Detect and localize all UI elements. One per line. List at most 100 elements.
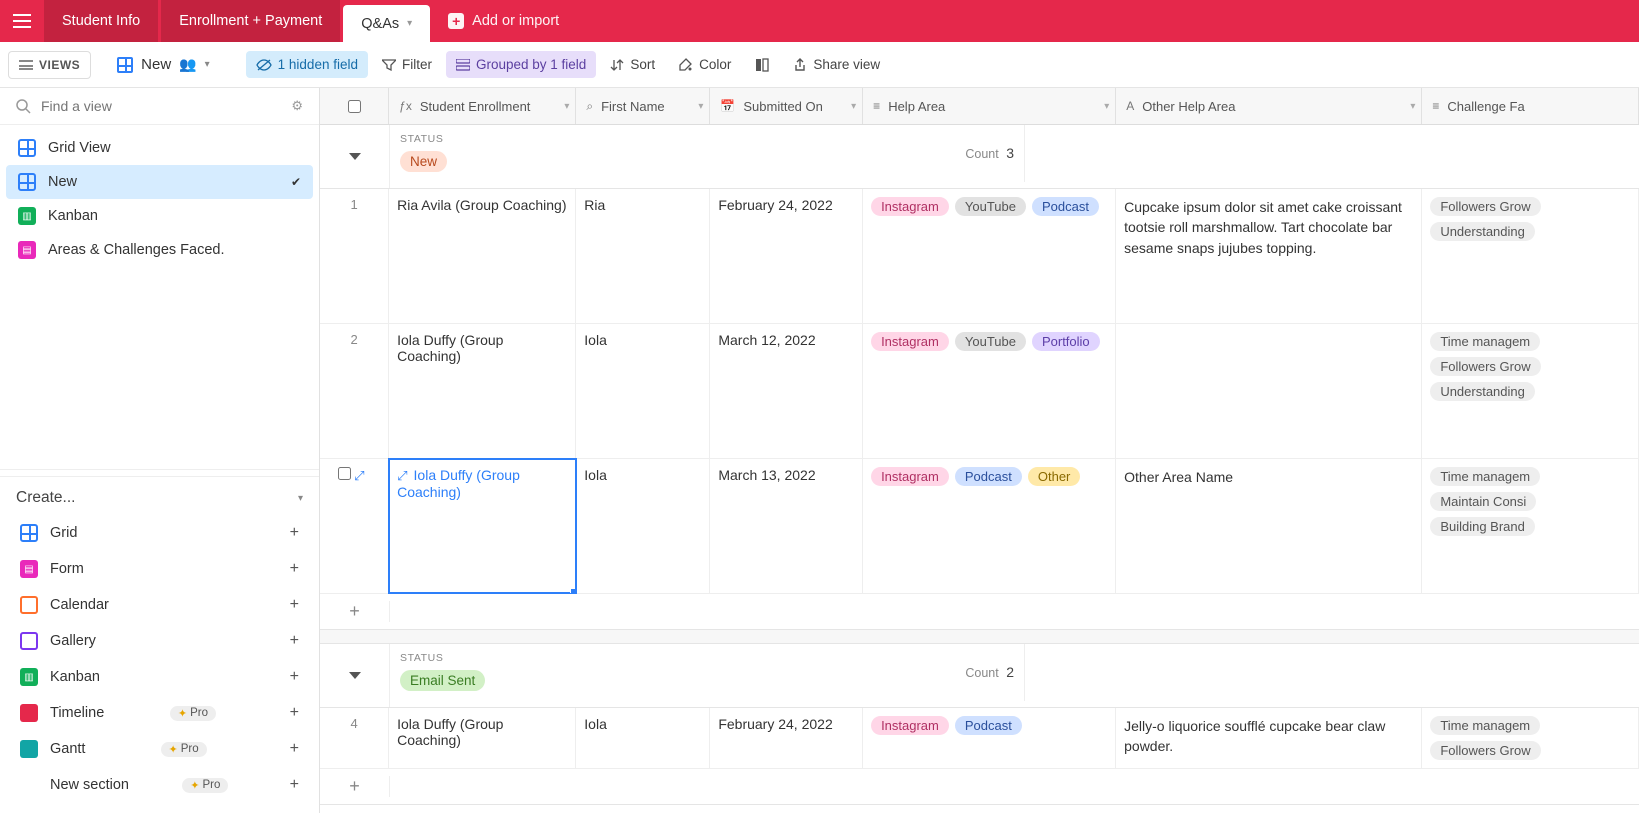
col-student-enrollment[interactable]: ƒx Student Enrollment▾	[389, 88, 576, 124]
create-kanban[interactable]: ▥Kanban+	[10, 659, 309, 695]
people-icon: 👥	[179, 56, 196, 73]
row-height-icon	[755, 58, 769, 72]
cell-submitted-on[interactable]: March 13, 2022	[710, 459, 863, 593]
view-item-grid-view[interactable]: Grid View	[6, 131, 313, 165]
cell-other-help-area[interactable]: Other Area Name	[1116, 459, 1422, 593]
cell-student-enrollment[interactable]: Ria Avila (Group Coaching)	[389, 189, 576, 323]
tag-chip: Followers Grow	[1430, 741, 1540, 760]
row-height-button[interactable]	[745, 52, 779, 78]
form-icon: ▤	[18, 241, 36, 259]
cell-other-help-area[interactable]: Jelly-o liquorice soufflé cupcake bear c…	[1116, 708, 1422, 768]
create-calendar[interactable]: Calendar+	[10, 587, 309, 623]
col-challenge-faced[interactable]: ≡ Challenge Fa	[1422, 88, 1639, 124]
view-item-new[interactable]: New✔	[6, 165, 313, 199]
menu-icon[interactable]	[0, 0, 44, 42]
col-first-name[interactable]: ⌕ First Name▾	[576, 88, 710, 124]
expand-icon[interactable]: ⤢	[354, 468, 364, 483]
create-gantt[interactable]: GanttPro+	[10, 731, 309, 767]
row-number[interactable]: 2	[320, 324, 389, 458]
table-row[interactable]: 2Iola Duffy (Group Coaching)IolaMarch 12…	[320, 324, 1639, 459]
view-item-areas-challenges-faced-[interactable]: ▤Areas & Challenges Faced.	[6, 233, 313, 267]
text-icon: A	[1126, 99, 1134, 113]
col-help-area[interactable]: ≡ Help Area▾	[863, 88, 1116, 124]
sort-button[interactable]: Sort	[600, 51, 665, 78]
filter-button[interactable]: Filter	[372, 51, 442, 78]
views-toggle[interactable]: VIEWS	[8, 51, 91, 79]
grid-icon	[18, 173, 36, 191]
create-gallery[interactable]: Gallery+	[10, 623, 309, 659]
create-form[interactable]: ▤Form+	[10, 551, 309, 587]
find-view-input[interactable]	[41, 98, 281, 114]
select-all-header[interactable]	[320, 88, 389, 124]
cell-other-help-area[interactable]: Cupcake ipsum dolor sit amet cake croiss…	[1116, 189, 1422, 323]
share-view-button[interactable]: Share view	[783, 51, 890, 78]
col-submitted-on[interactable]: 📅 Submitted On▾	[710, 88, 863, 124]
grid-icon	[20, 524, 38, 542]
row-number[interactable]: ⤢	[320, 459, 389, 593]
row-number[interactable]: 4	[320, 708, 389, 768]
row-number[interactable]: 1	[320, 189, 389, 323]
cell-challenge[interactable]: Time managemFollowers GrowUnderstanding	[1422, 324, 1639, 458]
tab-student-info[interactable]: Student Info	[44, 0, 158, 42]
create-grid[interactable]: Grid+	[10, 515, 309, 551]
formula-icon: ƒx	[399, 99, 412, 113]
settings-icon[interactable]: ⚙	[291, 98, 303, 114]
cell-submitted-on[interactable]: February 24, 2022	[710, 189, 863, 323]
create-section-toggle[interactable]: Create... ▾	[0, 476, 319, 515]
add-row[interactable]: +	[320, 769, 1639, 805]
grid-icon	[117, 57, 133, 73]
cell-help-area[interactable]: InstagramYouTubePortfolio	[863, 324, 1116, 458]
collapse-group-icon[interactable]	[349, 672, 361, 679]
create-timeline[interactable]: TimelinePro+	[10, 695, 309, 731]
table-row[interactable]: 1Ria Avila (Group Coaching)RiaFebruary 2…	[320, 189, 1639, 324]
plus-icon[interactable]: +	[320, 776, 390, 797]
cell-help-area[interactable]: InstagramPodcastOther	[863, 459, 1116, 593]
select-all-checkbox[interactable]	[348, 100, 361, 113]
tab-enrollment-payment[interactable]: Enrollment + Payment	[161, 0, 340, 42]
tag-chip: Time managem	[1430, 716, 1540, 735]
cell-challenge[interactable]: Time managemMaintain ConsiBuilding Brand	[1422, 459, 1639, 593]
view-item-kanban[interactable]: ▥Kanban	[6, 199, 313, 233]
tab-q-as[interactable]: Q&As▾	[343, 5, 430, 42]
add-row[interactable]: +	[320, 594, 1639, 630]
plus-icon: +	[290, 632, 299, 650]
status-heading: STATUS	[400, 652, 1014, 664]
create-new-section[interactable]: New sectionPro+	[10, 767, 309, 803]
group-count: Count 3	[965, 145, 1014, 161]
plus-icon: +	[290, 524, 299, 542]
cell-help-area[interactable]: InstagramYouTubePodcast	[863, 189, 1116, 323]
timeline-icon	[20, 704, 38, 722]
tag-chip: Followers Grow	[1430, 357, 1540, 376]
plus-icon: +	[290, 776, 299, 794]
cell-first-name[interactable]: Iola	[576, 324, 710, 458]
cell-first-name[interactable]: Iola	[576, 708, 710, 768]
color-button[interactable]: Color	[669, 51, 741, 78]
hidden-fields-button[interactable]: 1 hidden field	[246, 51, 368, 78]
cell-help-area[interactable]: InstagramPodcast	[863, 708, 1116, 768]
collapse-group-icon[interactable]	[349, 153, 361, 160]
cell-first-name[interactable]: Ria	[576, 189, 710, 323]
cell-challenge[interactable]: Followers GrowUnderstanding	[1422, 189, 1639, 323]
status-pill: Email Sent	[400, 670, 485, 691]
cell-student-enrollment[interactable]: ⤢Iola Duffy (Group Coaching)	[389, 459, 576, 593]
table-row[interactable]: 4Iola Duffy (Group Coaching)IolaFebruary…	[320, 708, 1639, 769]
status-heading: STATUS	[400, 133, 1014, 145]
table-row[interactable]: ⤢⤢Iola Duffy (Group Coaching)IolaMarch 1…	[320, 459, 1639, 594]
cell-submitted-on[interactable]: March 12, 2022	[710, 324, 863, 458]
group-header: STATUSEmail SentCount 2	[320, 644, 1639, 708]
group-button[interactable]: Grouped by 1 field	[446, 51, 596, 78]
cell-challenge[interactable]: Time managem Followers Grow	[1422, 708, 1639, 768]
plus-icon[interactable]: +	[320, 601, 390, 622]
tag-chip: Instagram	[871, 332, 949, 351]
row-checkbox[interactable]	[338, 467, 351, 480]
cell-student-enrollment[interactable]: Iola Duffy (Group Coaching)	[389, 324, 576, 458]
current-view-button[interactable]: New 👥 ▾	[107, 51, 219, 78]
cell-other-help-area[interactable]	[1116, 324, 1422, 458]
cell-submitted-on[interactable]: February 24, 2022	[710, 708, 863, 768]
col-other-help-area[interactable]: A Other Help Area▾	[1116, 88, 1422, 124]
expand-icon[interactable]: ⤢	[397, 468, 407, 483]
add-tab-button[interactable]: + Add or import	[430, 0, 577, 42]
calendar-icon	[20, 596, 38, 614]
cell-student-enrollment[interactable]: Iola Duffy (Group Coaching)	[389, 708, 576, 768]
cell-first-name[interactable]: Iola	[576, 459, 710, 593]
